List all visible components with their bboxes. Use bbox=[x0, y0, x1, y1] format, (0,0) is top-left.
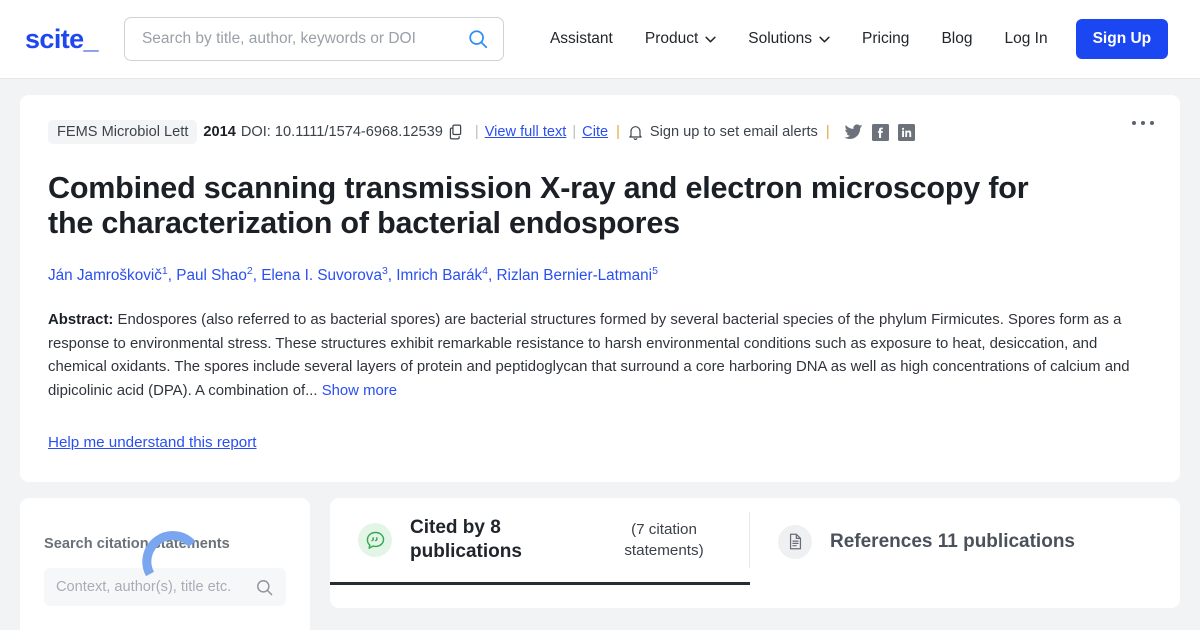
view-full-text-link[interactable]: View full text bbox=[485, 124, 567, 140]
tab-cited-by[interactable]: Cited by 8 publications (7 citation stat… bbox=[330, 498, 750, 586]
citation-search-input[interactable] bbox=[56, 579, 255, 596]
tab-cited-by-label: Cited by 8 publications bbox=[410, 517, 522, 563]
author-name: Elena I. Suvorova bbox=[261, 267, 382, 285]
author[interactable]: Imrich Barák4 bbox=[396, 265, 488, 285]
author-name: Ján Jamroškovič bbox=[48, 267, 162, 285]
author-affiliation: 5 bbox=[652, 265, 658, 277]
copy-icon[interactable] bbox=[449, 124, 464, 140]
twitter-icon[interactable] bbox=[843, 123, 863, 141]
abstract-label: Abstract: bbox=[48, 312, 114, 329]
author[interactable]: Paul Shao2 bbox=[176, 265, 252, 285]
email-alerts-label[interactable]: Sign up to set email alerts bbox=[650, 124, 818, 140]
author-name: Paul Shao bbox=[176, 267, 247, 285]
author[interactable]: Rizlan Bernier-Latmani5 bbox=[496, 265, 658, 285]
nav-label: Product bbox=[644, 30, 699, 47]
paper-meta: FEMS Microbiol Lett 2014 DOI: 10.1111/15… bbox=[48, 119, 1152, 145]
publication-year: 2014 bbox=[203, 124, 236, 140]
tab-bar: Cited by 8 publications (7 citation stat… bbox=[330, 498, 1180, 586]
lower-section: Search citation statements Context, auth… bbox=[20, 498, 1180, 630]
journal-badge: FEMS Microbiol Lett bbox=[48, 120, 198, 144]
nav-item-assistant[interactable]: Assistant bbox=[534, 22, 629, 56]
citation-search-box[interactable] bbox=[44, 568, 286, 607]
linkedin-icon[interactable] bbox=[897, 123, 915, 141]
bell-icon[interactable] bbox=[628, 124, 643, 141]
cite-link[interactable]: Cite bbox=[582, 124, 608, 140]
doi-label: DOI: 10.1111/1574-6968.12539 bbox=[240, 124, 443, 140]
page-title: Combined scanning transmission X-ray and… bbox=[48, 171, 1029, 240]
meta-divider: | bbox=[572, 124, 577, 140]
main-nav: Assistant Product Solutions Pricing Blog… bbox=[534, 19, 1169, 59]
author[interactable]: Ján Jamroškovič1 bbox=[48, 265, 168, 285]
tab-references-label: References 11 publications bbox=[830, 530, 1075, 552]
site-header: scite_ Assistant Product Solutions Prici… bbox=[0, 0, 1200, 79]
author-name: Rizlan Bernier-Latmani bbox=[496, 267, 653, 285]
scite-logo[interactable]: scite_ bbox=[25, 24, 99, 55]
help-understand-report-link[interactable]: Help me understand this report bbox=[48, 434, 257, 451]
nav-label: Blog bbox=[941, 30, 973, 47]
sidebar-title: Search citation statements bbox=[44, 536, 230, 553]
page-body: FEMS Microbiol Lett 2014 DOI: 10.1111/15… bbox=[0, 79, 1200, 630]
more-options-icon[interactable] bbox=[1132, 121, 1154, 125]
search-input[interactable] bbox=[141, 30, 467, 48]
author-name: Imrich Barák bbox=[396, 267, 483, 285]
nav-item-blog[interactable]: Blog bbox=[925, 22, 988, 56]
meta-divider: | bbox=[474, 124, 479, 140]
quote-bubble-icon bbox=[358, 523, 392, 558]
citations-references-panel: Cited by 8 publications (7 citation stat… bbox=[330, 498, 1180, 609]
nav-item-login[interactable]: Log In bbox=[988, 22, 1063, 56]
abstract-text: Endospores (also referred to as bacteria… bbox=[48, 312, 1130, 399]
tab-references[interactable]: References 11 publications bbox=[750, 498, 1101, 585]
nav-item-product[interactable]: Product bbox=[629, 22, 732, 56]
search-icon[interactable] bbox=[255, 578, 274, 597]
citation-statements-count: (7 citation statements) bbox=[624, 521, 704, 560]
show-more-link[interactable]: Show more bbox=[322, 383, 397, 399]
author-list: Ján Jamroškovič1, Paul Shao2, Elena I. S… bbox=[48, 265, 658, 285]
social-links bbox=[843, 123, 915, 141]
nav-item-solutions[interactable]: Solutions bbox=[732, 22, 846, 56]
search-icon[interactable] bbox=[467, 28, 489, 50]
sign-up-button[interactable]: Sign Up bbox=[1075, 19, 1169, 59]
nav-label: Solutions bbox=[748, 30, 813, 47]
nav-label: Assistant bbox=[549, 30, 613, 47]
author[interactable]: Elena I. Suvorova3 bbox=[261, 265, 388, 285]
chevron-down-icon bbox=[705, 36, 716, 42]
nav-item-pricing[interactable]: Pricing bbox=[846, 22, 925, 56]
meta-divider: | bbox=[616, 124, 620, 140]
abstract: Abstract: Endospores (also referred to a… bbox=[48, 309, 1152, 403]
facebook-icon[interactable] bbox=[871, 123, 889, 141]
global-search[interactable] bbox=[123, 17, 504, 61]
document-icon bbox=[778, 524, 812, 559]
chevron-down-icon bbox=[819, 36, 830, 42]
nav-label: Pricing bbox=[862, 30, 910, 47]
nav-label: Log In bbox=[1004, 30, 1048, 47]
meta-divider: | bbox=[825, 124, 830, 140]
paper-card: FEMS Microbiol Lett 2014 DOI: 10.1111/15… bbox=[20, 95, 1180, 483]
citation-search-sidebar: Search citation statements bbox=[20, 498, 310, 630]
